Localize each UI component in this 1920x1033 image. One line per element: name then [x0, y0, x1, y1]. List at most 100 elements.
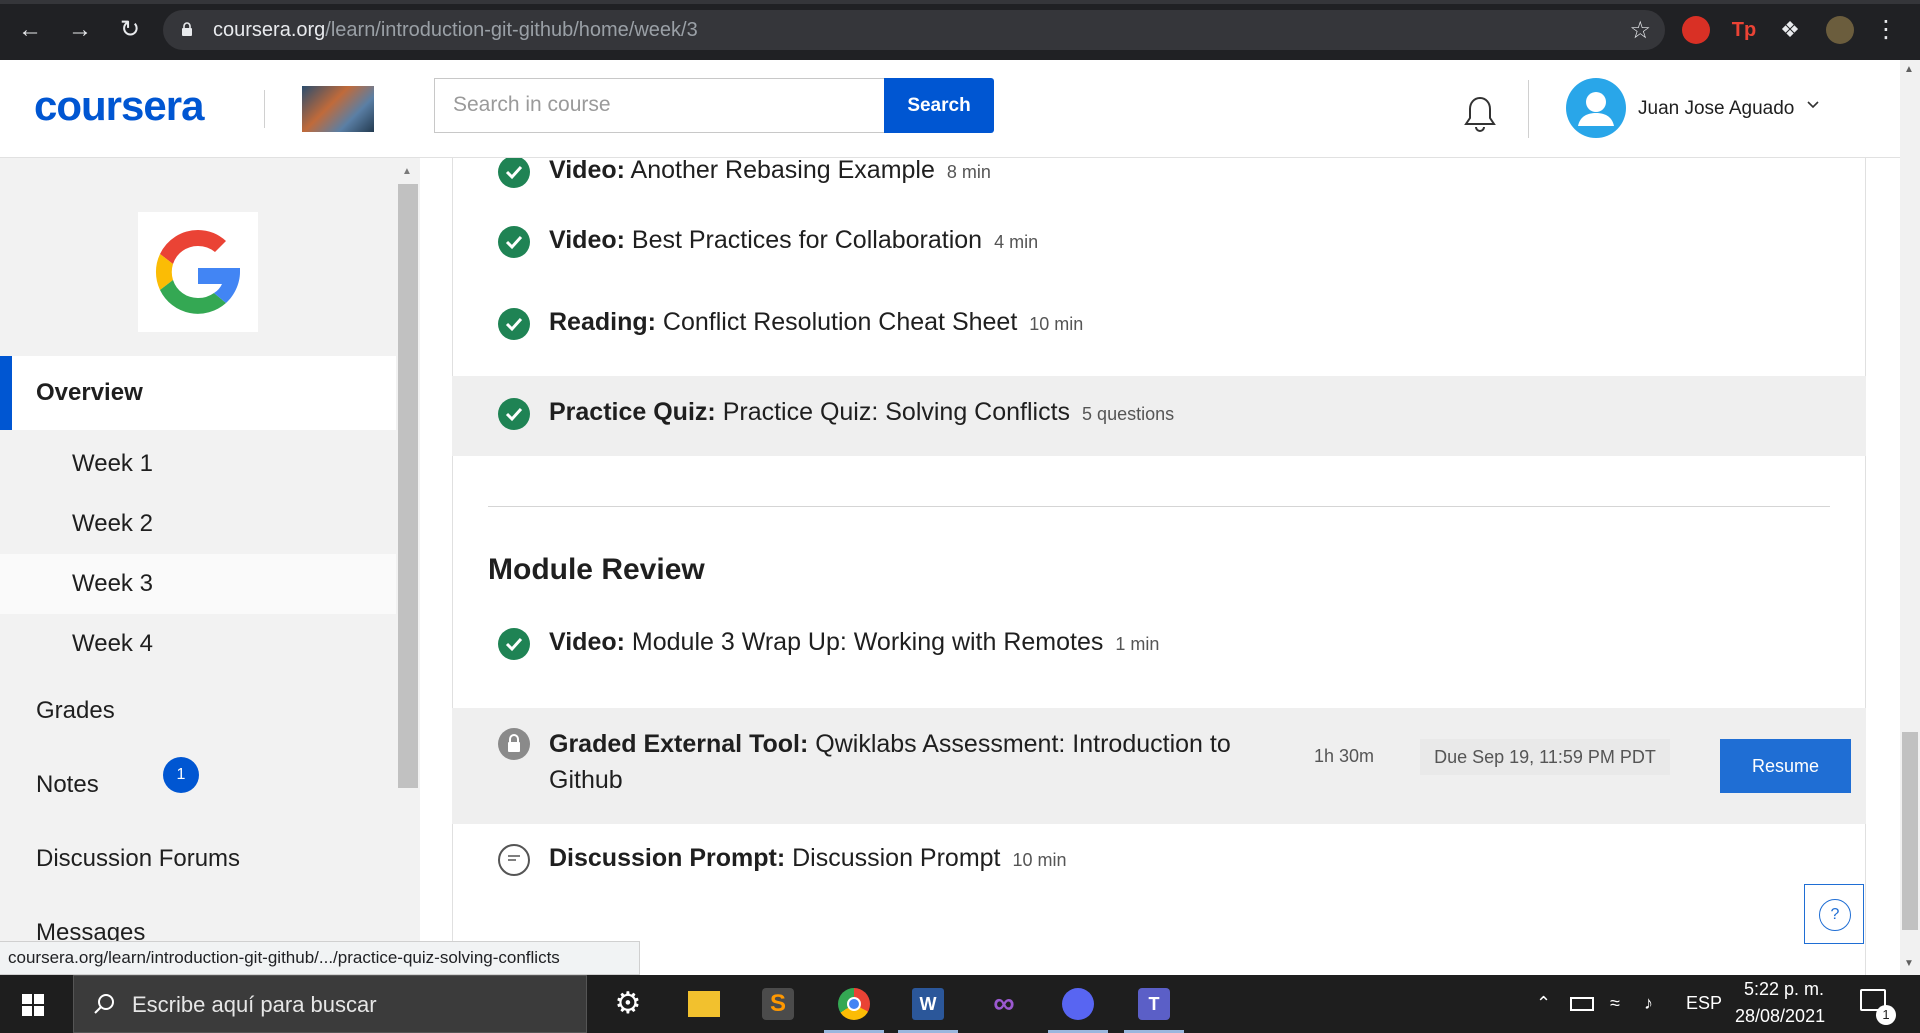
sidebar-item-label: Week 2 [72, 510, 153, 537]
section-divider [488, 506, 1830, 507]
item-title: Video: Best Practices for Collaboration 4… [549, 226, 1039, 254]
clock-time[interactable]: 5:22 p. m. [1744, 979, 1824, 1000]
user-avatar[interactable] [1566, 78, 1626, 138]
sidebar-item-label: Week 3 [72, 570, 153, 597]
sidebar-item-notes[interactable]: Notes [0, 755, 396, 815]
battery-icon[interactable] [1570, 997, 1594, 1011]
tray-overflow-icon[interactable]: ⌃ [1536, 993, 1551, 1014]
active-indicator [0, 356, 12, 430]
sidebar-scroll-thumb[interactable] [398, 184, 418, 788]
chevron-down-icon[interactable] [1806, 98, 1820, 112]
list-item[interactable]: Practice Quiz: Practice Quiz: Solving Co… [452, 376, 1866, 456]
windows-start-icon[interactable] [22, 994, 44, 1016]
messages-count-badge: 1 [163, 757, 199, 793]
sidebar-item-overview[interactable]: Overview [0, 356, 396, 430]
item-title: Discussion Prompt: Discussion Prompt 10 m… [549, 844, 1067, 872]
sidebar-item-label: Grades [36, 697, 115, 724]
visual-studio-icon[interactable]: ∞ [968, 975, 1040, 1033]
discord-icon[interactable] [1042, 975, 1114, 1033]
forward-icon[interactable]: → [64, 14, 96, 46]
back-icon[interactable]: ← [14, 14, 46, 46]
search-icon [94, 994, 114, 1014]
windows-taskbar: Escribe aquí para buscar ⚙ S W ∞ T ⌃ ≈ ♪… [0, 975, 1920, 1033]
coursera-logo[interactable]: coursera [34, 82, 204, 130]
page-scroll-thumb[interactable] [1902, 732, 1918, 930]
section-title: Module Review [488, 553, 705, 586]
adblock-icon[interactable] [1682, 16, 1710, 44]
sidebar-item-label: Week 1 [72, 450, 153, 477]
completed-check-icon [498, 226, 530, 258]
sidebar-item-week-4[interactable]: Week 4 [0, 614, 396, 674]
sidebar-item-week-2[interactable]: Week 2 [0, 494, 396, 554]
tab-strip [0, 0, 1920, 4]
item-title: Video: Another Rebasing Example 8 min [549, 158, 991, 184]
tp-extension-icon[interactable]: Tp [1730, 16, 1758, 44]
menu-kebab-icon[interactable]: ⋮ [1872, 16, 1900, 44]
completed-check-icon [498, 628, 530, 660]
item-title: Video: Module 3 Wrap Up: Working with Re… [549, 628, 1160, 656]
profile-icon[interactable] [1826, 16, 1854, 44]
sidebar-item-grades[interactable]: Grades [0, 681, 396, 741]
completed-check-icon [498, 308, 530, 340]
address-bar[interactable]: coursera.org/learn/introduction-git-gith… [163, 10, 1665, 50]
header-divider [264, 90, 265, 128]
item-title: Practice Quiz: Practice Quiz: Solving Co… [549, 398, 1175, 426]
lock-icon [498, 728, 530, 760]
site-header: coursera Search in course Search Juan Jo… [0, 60, 1920, 158]
list-item[interactable]: Reading: Conflict Resolution Cheat Sheet… [452, 286, 1866, 366]
item-duration: 1h 30m [1314, 746, 1375, 766]
taskbar-search-placeholder: Escribe aquí para buscar [132, 992, 377, 1017]
google-logo [138, 212, 258, 332]
sidebar-item-label: Week 4 [72, 630, 153, 657]
discussion-icon [498, 844, 530, 876]
browser-toolbar: ← → ↻ coursera.org/learn/introduction-gi… [0, 0, 1920, 60]
sidebar-item-discussion-forums[interactable]: Discussion Forums [0, 829, 396, 889]
scroll-up-icon[interactable]: ▲ [1904, 64, 1914, 75]
due-date-badge: Due Sep 19, 11:59 PM PDT [1420, 739, 1670, 775]
sidebar-item-week-1[interactable]: Week 1 [0, 434, 396, 494]
language-indicator[interactable]: ESP [1686, 993, 1722, 1014]
week-content: Video: Another Rebasing Example 8 min Vid… [420, 158, 1900, 975]
header-divider [1528, 80, 1529, 138]
completed-check-icon [498, 398, 530, 430]
url-text: coursera.org/learn/introduction-git-gith… [213, 19, 698, 41]
course-thumbnail[interactable] [302, 86, 374, 132]
word-icon[interactable]: W [892, 975, 964, 1033]
search-button[interactable]: Search [884, 78, 994, 133]
list-item[interactable]: Video: Module 3 Wrap Up: Working with Re… [452, 618, 1866, 696]
sidebar-item-label: Overview [36, 379, 143, 406]
reload-icon[interactable]: ↻ [114, 14, 146, 46]
item-title: Reading: Conflict Resolution Cheat Sheet… [549, 308, 1084, 336]
sidebar-item-label: Notes [36, 771, 99, 798]
resume-button[interactable]: Resume [1720, 739, 1851, 793]
scroll-up-icon[interactable]: ▲ [402, 166, 412, 177]
list-item[interactable]: Discussion Prompt: Discussion Prompt 10 m… [452, 824, 1866, 904]
settings-gear-icon[interactable]: ⚙ [592, 975, 664, 1033]
scroll-down-icon[interactable]: ▼ [1904, 958, 1914, 969]
notification-count-badge: 1 [1876, 1005, 1896, 1025]
list-item[interactable]: Video: Best Practices for Collaboration 4… [452, 206, 1866, 286]
chrome-icon[interactable] [818, 975, 890, 1033]
link-status-bubble: coursera.org/learn/introduction-git-gith… [0, 941, 640, 975]
search-input[interactable]: Search in course [434, 78, 884, 133]
list-item[interactable]: Video: Another Rebasing Example 8 min [452, 158, 1866, 206]
graded-item-row[interactable]: Graded External Tool: Qwiklabs Assessmen… [452, 708, 1866, 824]
volume-icon[interactable]: ♪ [1644, 993, 1653, 1014]
user-name[interactable]: Juan Jose Aguado [1638, 98, 1794, 120]
help-button[interactable]: ? [1804, 884, 1864, 944]
file-explorer-icon[interactable] [668, 975, 740, 1033]
wifi-icon[interactable]: ≈ [1610, 993, 1620, 1014]
bookmark-star-icon[interactable]: ☆ [1629, 16, 1651, 45]
notifications-bell-icon[interactable] [1462, 94, 1498, 134]
teams-icon[interactable]: T [1118, 975, 1190, 1033]
clock-date[interactable]: 28/08/2021 [1735, 1006, 1825, 1027]
sidebar-item-label: Discussion Forums [36, 845, 241, 872]
completed-check-icon [498, 158, 530, 188]
taskbar-search[interactable]: Escribe aquí para buscar [73, 975, 587, 1033]
help-icon: ? [1819, 899, 1851, 931]
course-sidebar: ▲ Overview Week 1 Week 2 Week 3 Week 4 G… [0, 158, 420, 975]
sublime-text-icon[interactable]: S [742, 975, 814, 1033]
item-title: Graded External Tool: Qwiklabs Assessmen… [549, 730, 1231, 794]
sidebar-item-week-3[interactable]: Week 3 [0, 554, 396, 614]
extensions-puzzle-icon[interactable]: ❖ [1776, 16, 1804, 44]
